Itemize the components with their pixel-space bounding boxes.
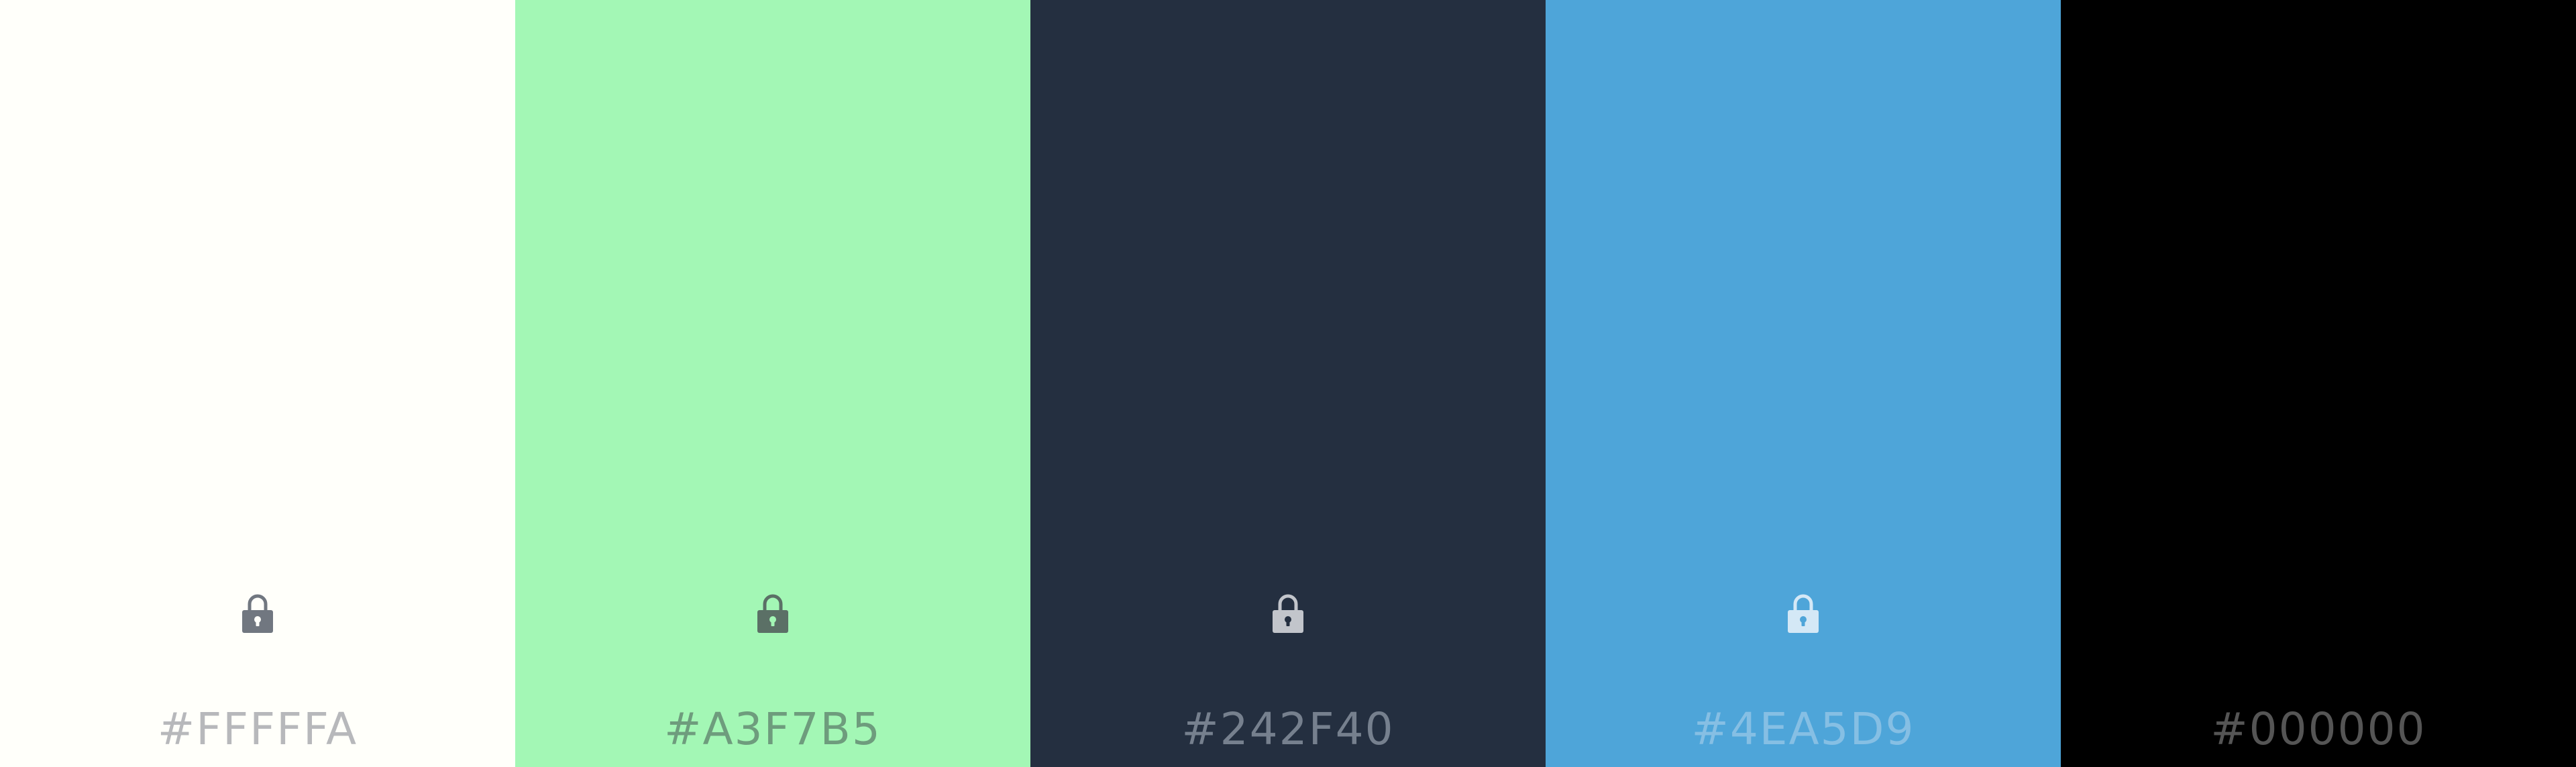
lock-icon[interactable] — [1271, 593, 1305, 634]
color-swatch-1[interactable]: #FFFFFA — [0, 0, 515, 767]
color-swatch-5[interactable]: #000000 — [2061, 0, 2576, 767]
color-swatch-4[interactable]: #4EA5D9 — [1546, 0, 2061, 767]
hex-code-label[interactable]: #000000 — [2061, 703, 2576, 756]
color-swatch-2[interactable]: #A3F7B5 — [515, 0, 1030, 767]
color-swatch-3[interactable]: #242F40 — [1030, 0, 1546, 767]
lock-icon[interactable] — [756, 593, 790, 634]
hex-code-label[interactable]: #4EA5D9 — [1546, 703, 2061, 756]
color-palette: #FFFFFA #A3F7B5 #242F40 #4EA5D9 #000000 — [0, 0, 2576, 767]
hex-code-label[interactable]: #FFFFFA — [0, 703, 515, 756]
hex-code-label[interactable]: #A3F7B5 — [515, 703, 1030, 756]
lock-icon[interactable] — [241, 593, 274, 634]
lock-icon[interactable] — [1786, 593, 1820, 634]
hex-code-label[interactable]: #242F40 — [1030, 703, 1546, 756]
